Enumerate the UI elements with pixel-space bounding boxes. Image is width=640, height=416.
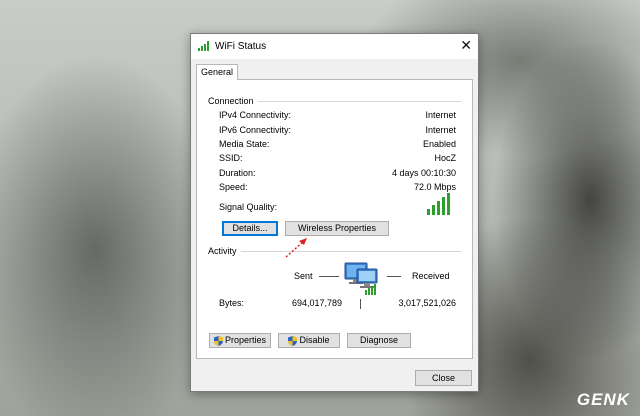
- signal-quality-label: Signal Quality:: [219, 202, 278, 212]
- media-state-label: Media State:: [219, 139, 270, 149]
- wireless-properties-button[interactable]: Wireless Properties: [285, 221, 389, 236]
- bytes-received-value: 3,017,521,026: [398, 298, 456, 308]
- signal-quality-bars-icon: [427, 193, 450, 215]
- activity-signal-bar-3: [371, 286, 373, 295]
- speed-label: Speed:: [219, 182, 248, 192]
- title-bar[interactable]: WiFi Status ✕: [191, 34, 478, 59]
- ipv6-value: Internet: [425, 125, 456, 135]
- received-line: [387, 276, 401, 277]
- media-state-value: Enabled: [422, 139, 456, 149]
- duration-value: 4 days 00:10:30: [391, 168, 456, 178]
- signal-bar-1: [427, 209, 430, 215]
- bytes-separator: [360, 299, 361, 309]
- disable-button-label: Disable: [299, 335, 330, 345]
- disable-button[interactable]: Disable: [278, 333, 340, 348]
- bytes-label: Bytes:: [219, 298, 245, 308]
- sent-label: Sent: [294, 271, 313, 281]
- ipv6-label: IPv6 Connectivity:: [219, 125, 292, 135]
- ipv4-label: IPv4 Connectivity:: [219, 110, 292, 120]
- received-label: Received: [412, 271, 450, 281]
- signal-bar-2: [432, 205, 435, 215]
- ipv4-value: Internet: [425, 110, 456, 120]
- signal-bar-5: [447, 193, 450, 215]
- close-icon[interactable]: ✕: [460, 38, 472, 52]
- network-computers-icon: [344, 262, 378, 295]
- window-title: WiFi Status: [215, 41, 267, 52]
- details-button[interactable]: Details...: [222, 221, 278, 236]
- signal-bar-4: [442, 197, 445, 215]
- properties-button[interactable]: Properties: [209, 333, 271, 348]
- speed-value: 72.0 Mbps: [413, 182, 456, 192]
- bytes-sent-value: 694,017,789: [292, 298, 343, 308]
- sent-line: [319, 276, 339, 277]
- activity-signal-bar-1: [365, 290, 367, 295]
- wifi-status-dialog: WiFi Status ✕ General Connection IPv4 Co…: [190, 33, 479, 392]
- activity-signal-bar-2: [368, 288, 370, 295]
- wifi-signal-icon: [198, 41, 209, 51]
- activity-signal-bar-4: [374, 284, 376, 295]
- diagnose-button[interactable]: Diagnose: [347, 333, 411, 348]
- general-panel: Connection IPv4 Connectivity: Internet I…: [196, 79, 473, 359]
- activity-heading: Activity: [208, 246, 237, 256]
- watermark-logo: GENK: [576, 390, 630, 409]
- activity-divider: [241, 251, 461, 252]
- uac-shield-icon: [213, 335, 223, 346]
- signal-bar-3: [437, 201, 440, 215]
- uac-shield-icon: [288, 335, 298, 346]
- properties-button-label: Properties: [224, 335, 267, 345]
- close-button[interactable]: Close: [415, 370, 472, 386]
- ssid-label: SSID:: [219, 153, 243, 163]
- connection-divider: [258, 101, 461, 102]
- duration-label: Duration:: [219, 168, 256, 178]
- hint-arrow-icon: [285, 238, 307, 258]
- connection-heading: Connection: [208, 96, 254, 106]
- ssid-value: HocZ: [434, 153, 456, 163]
- tab-general[interactable]: General: [196, 64, 238, 80]
